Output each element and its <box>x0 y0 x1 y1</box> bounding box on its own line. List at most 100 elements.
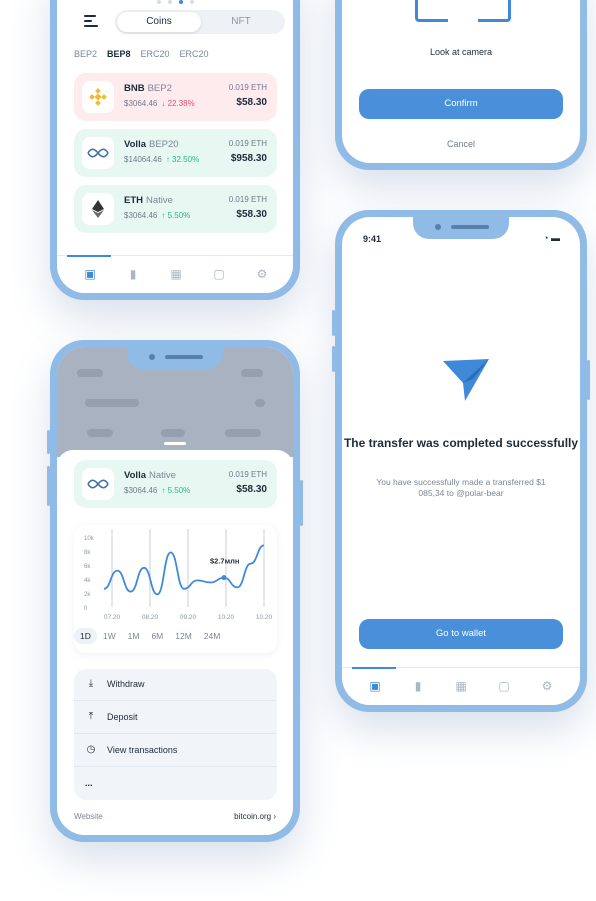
range-selector: 1D 1W 1M 6M 12M 24M <box>74 626 277 646</box>
range-6m[interactable]: 6M <box>145 628 169 644</box>
success-screen: 9:41 ◔ ▬ The transfer was completed succ… <box>342 217 580 705</box>
filter-icon[interactable] <box>84 15 98 29</box>
camera-frame-icon <box>415 0 511 22</box>
y-tick-label: 8k <box>84 550 91 556</box>
chip-bep2[interactable]: BEP2 <box>74 49 97 59</box>
range-12m[interactable]: 12M <box>169 628 198 644</box>
sheet-handle[interactable] <box>164 442 186 445</box>
coin-price: $14064.46 <box>124 155 162 164</box>
coin-network: BEP2 <box>147 83 172 94</box>
range-1w[interactable]: 1W <box>97 628 122 644</box>
tab-indicator <box>352 667 396 669</box>
tab-indicator <box>67 255 111 257</box>
wallet-icon[interactable]: ▣ <box>368 679 382 693</box>
phone-success: 9:41 ◔ ▬ The transfer was completed succ… <box>332 210 590 712</box>
y-tick-label: 4k <box>84 578 91 584</box>
coin-amount: 0.019 ETH <box>228 195 267 204</box>
send-plane-icon <box>443 359 489 406</box>
chip-bep8[interactable]: BEP8 <box>107 49 131 59</box>
tab-coins[interactable]: Coins <box>117 12 201 32</box>
more-label: ... <box>85 778 93 788</box>
phone-camera: Look at camera Confirm Cancel <box>335 0 587 170</box>
withdraw-button[interactable]: ⤓ Withdraw <box>74 669 277 701</box>
status-time: 9:41 <box>363 234 382 244</box>
withdraw-icon: ⤓ <box>88 678 94 689</box>
shop-icon[interactable]: ▢ <box>212 267 226 281</box>
coin-price: $3064.46 <box>124 99 158 108</box>
stats-icon[interactable]: ▮ <box>411 679 425 693</box>
coin-change: ↑ 32.50% <box>165 155 200 164</box>
coin-card-bnb[interactable]: BNB BEP2 $3064.46 ↓ 22.38% 0.019 ETH $58.3… <box>74 73 277 121</box>
range-24m[interactable]: 24M <box>198 628 227 644</box>
withdraw-label: Withdraw <box>107 679 145 689</box>
side-button <box>47 466 50 506</box>
settings-icon[interactable]: ⚙ <box>255 267 269 281</box>
settings-icon[interactable]: ⚙ <box>540 679 554 693</box>
coin-card-eth[interactable]: ETH Native $3064.46 ↑ 5.50% 0.019 ETH $58.… <box>74 185 277 233</box>
chip-erc20-2[interactable]: ERC20 <box>180 49 209 59</box>
apps-icon[interactable]: ▦ <box>454 679 468 693</box>
coin-change: ↑ 5.50% <box>161 486 191 495</box>
side-button <box>47 430 50 454</box>
camera-hint: Look at camera <box>429 47 493 57</box>
annotation-label: $2.7млн <box>210 557 239 566</box>
apps-icon[interactable]: ▦ <box>169 267 183 281</box>
coin-value: $58.30 <box>236 484 267 495</box>
go-to-wallet-button[interactable]: Go to wallet <box>359 619 563 649</box>
shop-icon[interactable]: ▢ <box>497 679 511 693</box>
coin-card-volla: Volla Native $3064.46 ↑ 5.50% 0.019 ETH $5… <box>74 460 277 508</box>
notch <box>413 217 509 239</box>
coin-change: ↑ 5.50% <box>161 211 191 220</box>
coin-change: ↓ 22.38% <box>161 99 195 108</box>
confirm-button[interactable]: Confirm <box>359 89 563 119</box>
bottom-sheet: Volla Native $3064.46 ↑ 5.50% 0.019 ETH $5… <box>57 442 293 835</box>
x-tick-label: 08.20 <box>142 614 159 621</box>
power-button <box>300 480 303 526</box>
chip-erc20[interactable]: ERC20 <box>141 49 170 59</box>
transactions-icon: ◷ <box>86 744 96 755</box>
price-line <box>103 544 265 596</box>
coin-network: BEP20 <box>149 139 179 150</box>
website-row[interactable]: Website bitcoin.org › <box>74 812 276 821</box>
detail-screen: Volla Native $3064.46 ↑ 5.50% 0.019 ETH $5… <box>57 347 293 835</box>
highlight-point <box>221 575 227 581</box>
bottom-tab-bar: ▣ ▮ ▦ ▢ ⚙ <box>342 667 580 705</box>
notch <box>127 347 223 369</box>
x-tick-label: 09.20 <box>180 614 197 621</box>
x-tick-label: 10.20 <box>256 614 273 621</box>
coin-price: $3064.46 <box>124 211 158 220</box>
deposit-icon: ⤒ <box>88 711 94 722</box>
cancel-button[interactable]: Cancel <box>342 139 580 149</box>
coin-value: $58.30 <box>236 97 267 108</box>
tab-nft[interactable]: NFT <box>199 12 283 32</box>
volla-icon <box>82 137 114 169</box>
range-1m[interactable]: 1M <box>122 628 146 644</box>
wallet-icon[interactable]: ▣ <box>83 267 97 281</box>
coins-nft-toggle[interactable]: Coins NFT <box>115 10 285 34</box>
camera-screen: Look at camera Confirm Cancel <box>342 0 580 163</box>
deposit-button[interactable]: ⤒ Deposit <box>74 702 277 734</box>
website-link[interactable]: bitcoin.org <box>234 812 271 821</box>
y-tick-label: 6k <box>84 564 91 570</box>
view-transactions-button[interactable]: ◷ View transactions <box>74 735 277 767</box>
coin-price: $3064.46 <box>124 486 158 495</box>
bottom-tab-bar: ▣ ▮ ▦ ▢ ⚙ <box>57 255 293 293</box>
view-transactions-label: View transactions <box>107 745 178 755</box>
side-button <box>332 346 335 372</box>
range-1d[interactable]: 1D <box>74 628 97 644</box>
stats-icon[interactable]: ▮ <box>126 267 140 281</box>
coin-symbol: BNB <box>124 83 145 94</box>
wallet-screen: Coins NFT BEP2 BEP8 ERC20 ERC20 BNB BEP2 $30… <box>57 0 293 293</box>
volla-icon <box>82 468 114 500</box>
actions-list: ⤓ Withdraw ⤒ Deposit ◷ View transactions… <box>74 669 277 800</box>
y-tick-label: 0 <box>84 606 88 612</box>
website-label: Website <box>74 812 103 821</box>
coin-card-volla[interactable]: Volla BEP20 $14064.46 ↑ 32.50% 0.019 ETH $… <box>74 129 277 177</box>
success-title: The transfer was completed successfully <box>343 436 579 450</box>
coin-network: Native <box>149 470 176 481</box>
success-subtitle: You have successfully made a transferred… <box>376 477 546 498</box>
phone-detail: Volla Native $3064.46 ↑ 5.50% 0.019 ETH $5… <box>47 340 303 842</box>
coin-symbol: ETH <box>124 195 143 206</box>
more-button[interactable]: ... <box>74 768 277 800</box>
power-button <box>587 360 590 400</box>
